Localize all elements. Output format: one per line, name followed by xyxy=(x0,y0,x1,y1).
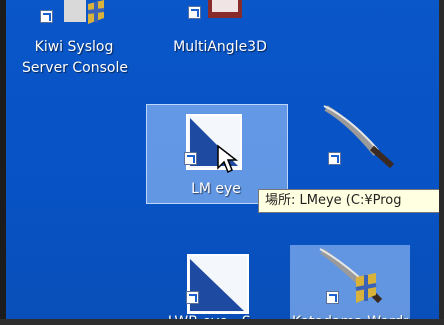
shortcut-arrow-icon xyxy=(188,6,201,19)
kiwi-syslog-label-line2: Server Console xyxy=(22,60,128,76)
location-tooltip: 場所: LMeye (C:¥Prog xyxy=(258,189,444,213)
kiwi-syslog-label-line1: Kiwi Syslog xyxy=(34,39,114,55)
shortcut-arrow-icon xyxy=(184,152,197,165)
sword-shortcut[interactable] xyxy=(310,100,410,180)
sword-shield-icon xyxy=(319,248,383,304)
screen-bezel-bottom xyxy=(0,319,444,325)
screen-bezel-left xyxy=(0,0,6,325)
screen-bezel-right xyxy=(439,0,444,325)
lmeye-label: LM eye xyxy=(191,181,241,197)
multiangle3d-label: MultiAngle3D xyxy=(173,39,267,55)
shortcut-arrow-icon xyxy=(326,291,339,304)
shortcut-arrow-icon xyxy=(40,10,53,23)
shortcut-arrow-icon xyxy=(328,152,341,165)
shortcut-arrow-icon xyxy=(186,291,199,304)
desktop: Kiwi Syslog Server Console MultiAngle3D … xyxy=(0,0,444,325)
kiwi-syslog-icon xyxy=(64,0,105,24)
mouse-cursor-icon xyxy=(217,144,238,174)
